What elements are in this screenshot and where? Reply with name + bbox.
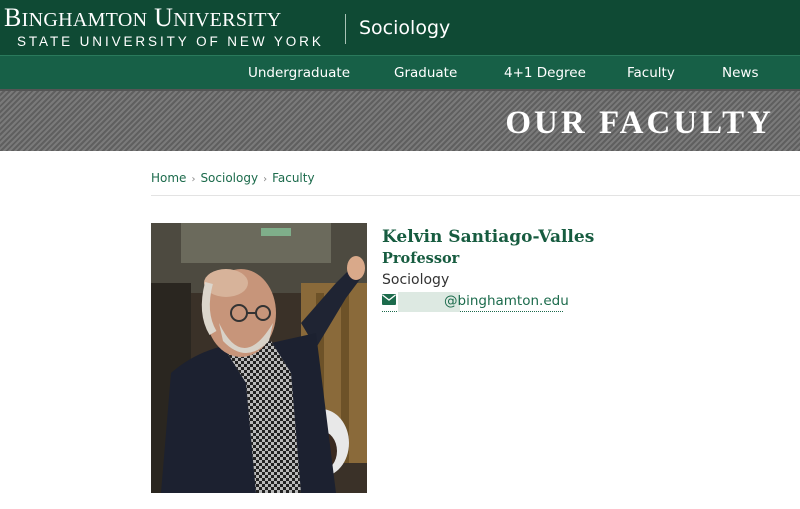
main-nav: Undergraduate Graduate 4+1 Degree Facult… xyxy=(0,55,800,89)
breadcrumb-home[interactable]: Home xyxy=(151,171,186,185)
email-domain: @binghamton.edu xyxy=(444,293,569,309)
faculty-title: Professor xyxy=(382,250,460,267)
logo-wordmark: BINGHAMTON UNIVERSITY xyxy=(4,3,282,32)
page-banner: OUR FACULTY xyxy=(0,89,800,151)
nav-item-graduate[interactable]: Graduate xyxy=(394,64,457,82)
breadcrumb-faculty[interactable]: Faculty xyxy=(272,171,315,185)
nav-item-faculty[interactable]: Faculty xyxy=(627,64,675,82)
department-title[interactable]: Sociology xyxy=(359,16,450,40)
university-logo[interactable]: BINGHAMTON UNIVERSITY STATE UNIVERSITY O… xyxy=(4,4,328,50)
email-link[interactable]: @binghamton.edu xyxy=(382,292,569,312)
header-divider xyxy=(345,14,346,44)
site-header: BINGHAMTON UNIVERSITY STATE UNIVERSITY O… xyxy=(0,0,800,55)
breadcrumb-sociology[interactable]: Sociology xyxy=(200,171,258,185)
faculty-name: Kelvin Santiago-Valles xyxy=(382,227,595,247)
faculty-department: Sociology xyxy=(382,272,450,288)
breadcrumb: Home › Sociology › Faculty xyxy=(151,170,315,188)
breadcrumb-divider xyxy=(151,195,800,196)
nav-item-news[interactable]: News xyxy=(722,64,758,82)
page-title: OUR FACULTY xyxy=(505,105,774,141)
breadcrumb-separator: › xyxy=(263,174,268,185)
breadcrumb-separator: › xyxy=(191,174,196,185)
nav-item-4plus1-degree[interactable]: 4+1 Degree xyxy=(504,64,586,82)
envelope-icon xyxy=(382,294,396,305)
faculty-photo xyxy=(151,223,367,493)
nav-item-undergraduate[interactable]: Undergraduate xyxy=(248,64,350,82)
logo-tagline: STATE UNIVERSITY OF NEW YORK xyxy=(17,34,324,49)
